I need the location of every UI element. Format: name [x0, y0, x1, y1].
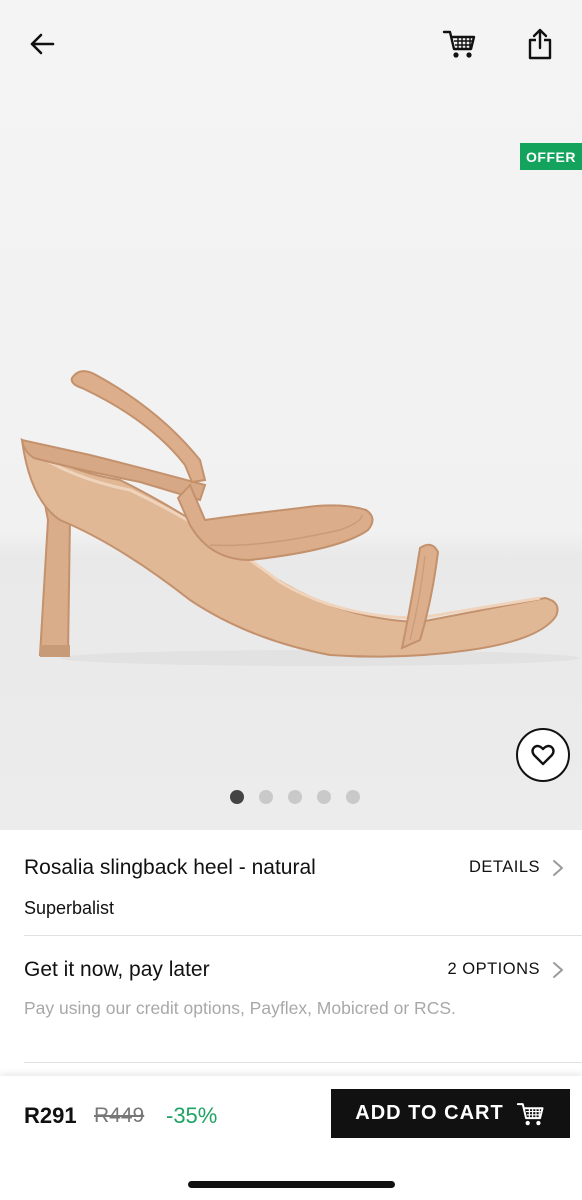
pay-later-title: Get it now, pay later — [24, 958, 210, 981]
pagination-dot-active[interactable] — [230, 790, 244, 804]
pagination-dot[interactable] — [288, 790, 302, 804]
chevron-right-icon — [553, 961, 563, 978]
brand-name[interactable]: Superbalist — [24, 898, 114, 919]
pay-later-subtitle: Pay using our credit options, Payflex, M… — [24, 998, 456, 1018]
options-label: 2 OPTIONS — [447, 960, 540, 978]
shopping-cart-icon — [516, 1102, 544, 1125]
product-image[interactable] — [0, 350, 582, 680]
wishlist-button[interactable] — [516, 728, 570, 782]
offer-badge: OFFER — [520, 143, 582, 170]
share-icon — [528, 28, 552, 60]
product-title: Rosalia slingback heel - natural — [24, 856, 316, 879]
discount-badge: -35% — [166, 1103, 218, 1128]
arrow-left-icon — [30, 33, 55, 55]
pagination-dot[interactable] — [259, 790, 273, 804]
current-price: R291 — [24, 1103, 77, 1128]
product-gallery[interactable]: OFFER — [0, 0, 582, 830]
image-pagination — [0, 790, 582, 804]
purchase-bar: R291 R449 -35% ADD TO CART — [0, 1076, 582, 1200]
cart-button[interactable] — [436, 24, 484, 64]
top-navigation-bar — [0, 0, 582, 90]
heart-icon — [531, 744, 555, 766]
divider — [24, 935, 582, 936]
share-button[interactable] — [520, 22, 560, 66]
pay-later-row[interactable]: Get it now, pay later 2 OPTIONS — [24, 958, 564, 988]
original-price: R449 — [94, 1104, 145, 1127]
details-link[interactable]: DETAILS — [469, 858, 564, 877]
add-to-cart-label: ADD TO CART — [355, 1102, 504, 1124]
divider — [24, 1062, 582, 1063]
pagination-dot[interactable] — [346, 790, 360, 804]
chevron-right-icon — [553, 859, 563, 876]
back-button[interactable] — [20, 26, 64, 62]
title-row: Rosalia slingback heel - natural DETAILS — [24, 856, 564, 886]
add-to-cart-button[interactable]: ADD TO CART — [331, 1089, 570, 1138]
home-indicator — [188, 1181, 395, 1188]
payment-options-link[interactable]: 2 OPTIONS — [447, 960, 564, 979]
shopping-cart-icon — [442, 30, 476, 58]
details-label: DETAILS — [468, 858, 540, 876]
pagination-dot[interactable] — [317, 790, 331, 804]
